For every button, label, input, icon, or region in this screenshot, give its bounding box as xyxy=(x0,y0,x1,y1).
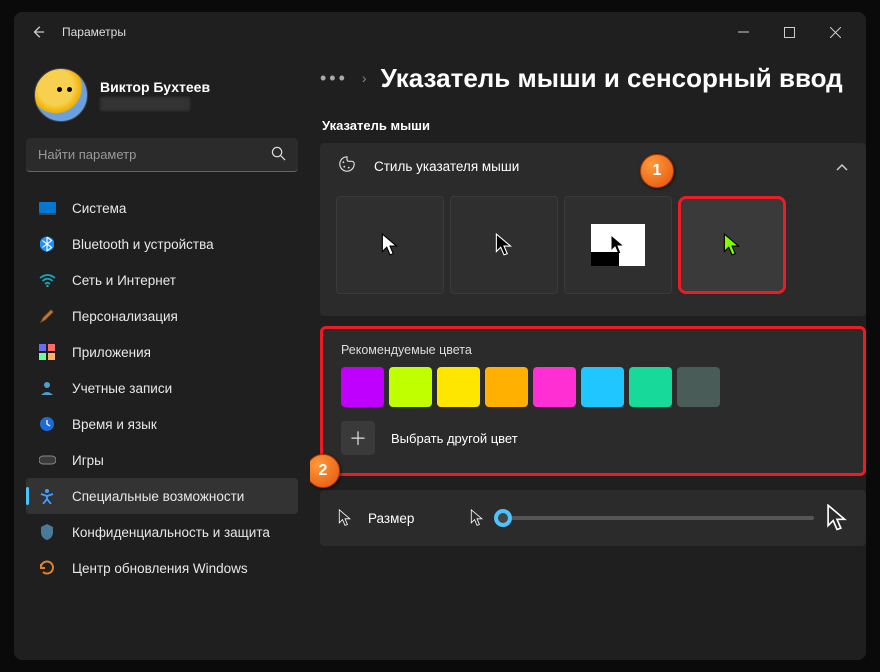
profile-name: Виктор Бухтеев xyxy=(100,79,210,95)
size-slider[interactable] xyxy=(496,516,814,520)
sidebar-item-label: Время и язык xyxy=(72,417,157,432)
color-swatch[interactable] xyxy=(341,367,384,407)
pointer-style-black[interactable] xyxy=(450,196,558,294)
color-swatch[interactable] xyxy=(437,367,480,407)
apps-icon xyxy=(38,343,56,361)
annotation-badge-2: 2 xyxy=(310,454,340,488)
color-swatch[interactable] xyxy=(677,367,720,407)
sidebar-item-gaming[interactable]: Игры xyxy=(26,442,298,478)
color-swatch[interactable] xyxy=(581,367,624,407)
back-button[interactable] xyxy=(22,16,54,48)
window-title: Параметры xyxy=(62,25,126,39)
color-swatch-row xyxy=(341,367,845,407)
color-swatch[interactable] xyxy=(629,367,672,407)
sidebar-item-accessibility[interactable]: Специальные возможности xyxy=(26,478,298,514)
chevron-up-icon xyxy=(836,158,848,176)
avatar xyxy=(34,68,88,122)
sidebar-item-label: Приложения xyxy=(72,345,151,360)
maximize-icon xyxy=(784,27,795,38)
minimize-button[interactable] xyxy=(720,16,766,48)
wifi-icon xyxy=(38,271,56,289)
choose-custom-color[interactable]: ＋ Выбрать другой цвет xyxy=(341,421,845,455)
profile[interactable]: Виктор Бухтеев xyxy=(26,64,298,138)
plus-icon: ＋ xyxy=(341,421,375,455)
sidebar-item-label: Система xyxy=(72,201,126,216)
slider-thumb[interactable] xyxy=(494,509,512,527)
pointer-style-title: Стиль указателя мыши xyxy=(374,159,519,174)
close-icon xyxy=(830,27,841,38)
size-label: Размер xyxy=(368,511,414,526)
size-slider-wrap xyxy=(470,504,848,532)
profile-email xyxy=(100,97,190,111)
search-box[interactable] xyxy=(26,138,298,172)
breadcrumb-more[interactable]: ••• xyxy=(320,68,348,89)
maximize-button[interactable] xyxy=(766,16,812,48)
chevron-right-icon: › xyxy=(362,70,367,86)
annotation-badge-1: 1 xyxy=(640,154,674,188)
sidebar-item-apps[interactable]: Приложения xyxy=(26,334,298,370)
sidebar-item-label: Центр обновления Windows xyxy=(72,561,248,576)
color-swatch[interactable] xyxy=(533,367,576,407)
close-button[interactable] xyxy=(812,16,858,48)
titlebar: Параметры xyxy=(14,12,866,52)
pointer-style-white[interactable] xyxy=(336,196,444,294)
pointer-style-header[interactable]: Стиль указателя мыши xyxy=(320,143,866,190)
privacy-icon xyxy=(38,523,56,541)
section-label-pointer: Указатель мыши xyxy=(322,118,866,133)
sidebar-item-accounts[interactable]: Учетные записи xyxy=(26,370,298,406)
sidebar-item-label: Игры xyxy=(72,453,104,468)
custom-color-label: Выбрать другой цвет xyxy=(391,431,518,446)
pointer-style-custom[interactable] xyxy=(678,196,786,294)
pointer-style-inverted[interactable] xyxy=(564,196,672,294)
settings-window: Параметры Виктор Бухтеев Сис xyxy=(14,12,866,660)
pointer-style-card: Стиль указателя мыши xyxy=(320,143,866,316)
pointer-size-row: Размер xyxy=(320,490,866,546)
sidebar-item-network[interactable]: Сеть и Интернет xyxy=(26,262,298,298)
sidebar-item-system[interactable]: Система xyxy=(26,190,298,226)
page-title: Указатель мыши и сенсорный ввод xyxy=(381,63,843,94)
account-icon xyxy=(38,379,56,397)
pointer-style-options xyxy=(320,190,866,316)
sidebar-item-update[interactable]: Центр обновления Windows xyxy=(26,550,298,586)
minimize-icon xyxy=(738,27,749,38)
arrow-left-icon xyxy=(31,25,45,39)
nav-list: Система Bluetooth и устройства Сеть и Ин… xyxy=(26,190,298,586)
games-icon xyxy=(38,451,56,469)
sidebar-item-label: Специальные возможности xyxy=(72,489,244,504)
recommended-colors-card: Рекомендуемые цвета ＋ Выбрать другой цв xyxy=(320,326,866,476)
sidebar-item-bluetooth[interactable]: Bluetooth и устройства xyxy=(26,226,298,262)
cursor-max-icon xyxy=(826,504,848,532)
search-icon xyxy=(271,146,286,164)
colors-label: Рекомендуемые цвета xyxy=(341,343,845,357)
cursor-small-icon xyxy=(338,509,352,527)
sidebar: Виктор Бухтеев Система Bluetooth и устро… xyxy=(14,52,310,660)
color-swatch[interactable] xyxy=(485,367,528,407)
bluetooth-icon xyxy=(38,235,56,253)
sidebar-item-label: Учетные записи xyxy=(72,381,172,396)
color-swatch[interactable] xyxy=(389,367,432,407)
search-input[interactable] xyxy=(38,147,271,162)
breadcrumb: ••• › Указатель мыши и сенсорный ввод xyxy=(320,56,866,100)
brush-icon xyxy=(38,307,56,325)
window-controls xyxy=(720,16,858,48)
update-icon xyxy=(38,559,56,577)
sidebar-item-label: Конфиденциальность и защита xyxy=(72,525,270,540)
sidebar-item-label: Персонализация xyxy=(72,309,178,324)
time-icon xyxy=(38,415,56,433)
sidebar-item-time[interactable]: Время и язык xyxy=(26,406,298,442)
sidebar-item-personalization[interactable]: Персонализация xyxy=(26,298,298,334)
system-icon xyxy=(38,199,56,217)
sidebar-item-label: Сеть и Интернет xyxy=(72,273,176,288)
main-content: ••• › Указатель мыши и сенсорный ввод Ук… xyxy=(310,52,866,660)
sidebar-item-label: Bluetooth и устройства xyxy=(72,237,214,252)
sidebar-item-privacy[interactable]: Конфиденциальность и защита xyxy=(26,514,298,550)
accessibility-icon xyxy=(38,487,56,505)
palette-icon xyxy=(338,155,356,178)
cursor-min-icon xyxy=(470,509,484,527)
